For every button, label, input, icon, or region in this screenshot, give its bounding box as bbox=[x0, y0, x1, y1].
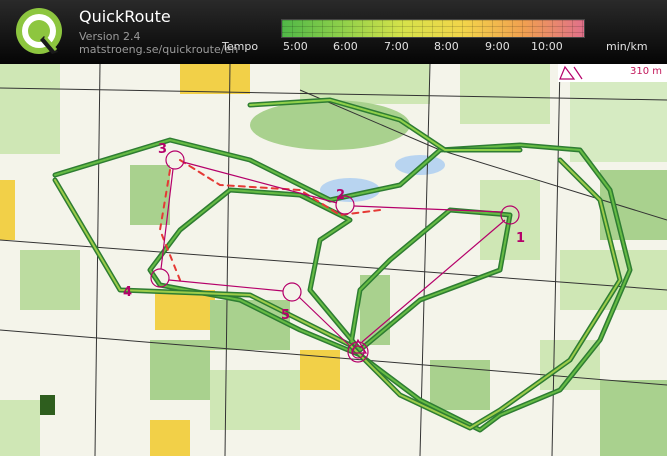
tempo-tick: 10:00 bbox=[531, 40, 563, 53]
tempo-tick: 8:00 bbox=[434, 40, 459, 53]
tempo-tick: 5:00 bbox=[283, 40, 308, 53]
tempo-tick: 9:00 bbox=[485, 40, 510, 53]
tempo-color-scale bbox=[281, 19, 585, 38]
control-number: 4 bbox=[123, 285, 133, 300]
tempo-unit: min/km bbox=[606, 40, 648, 53]
quickroute-viewer: QuickRoute Version 2.4 matstroeng.se/qui… bbox=[0, 0, 667, 456]
control-number: 5 bbox=[281, 308, 291, 323]
tempo-label: Tempo bbox=[222, 40, 259, 53]
tempo-tick: 6:00 bbox=[333, 40, 358, 53]
header-bar: QuickRoute Version 2.4 matstroeng.se/qui… bbox=[0, 0, 667, 64]
quickroute-logo-icon bbox=[16, 8, 62, 54]
control-number: 3 bbox=[158, 142, 168, 157]
tempo-tick: 7:00 bbox=[384, 40, 409, 53]
app-title: QuickRoute bbox=[79, 7, 171, 26]
map-canvas bbox=[0, 64, 667, 456]
scale-text: 310 m bbox=[630, 66, 663, 77]
control-number: 1 bbox=[516, 231, 526, 246]
app-version: Version 2.4 bbox=[79, 30, 141, 43]
app-url-link[interactable]: matstroeng.se/quickroute/en bbox=[79, 43, 238, 56]
start-triangle-icon bbox=[559, 65, 583, 80]
orienteering-map[interactable]: 1 2 3 4 5 bbox=[0, 64, 667, 456]
control-number: 2 bbox=[336, 188, 346, 203]
